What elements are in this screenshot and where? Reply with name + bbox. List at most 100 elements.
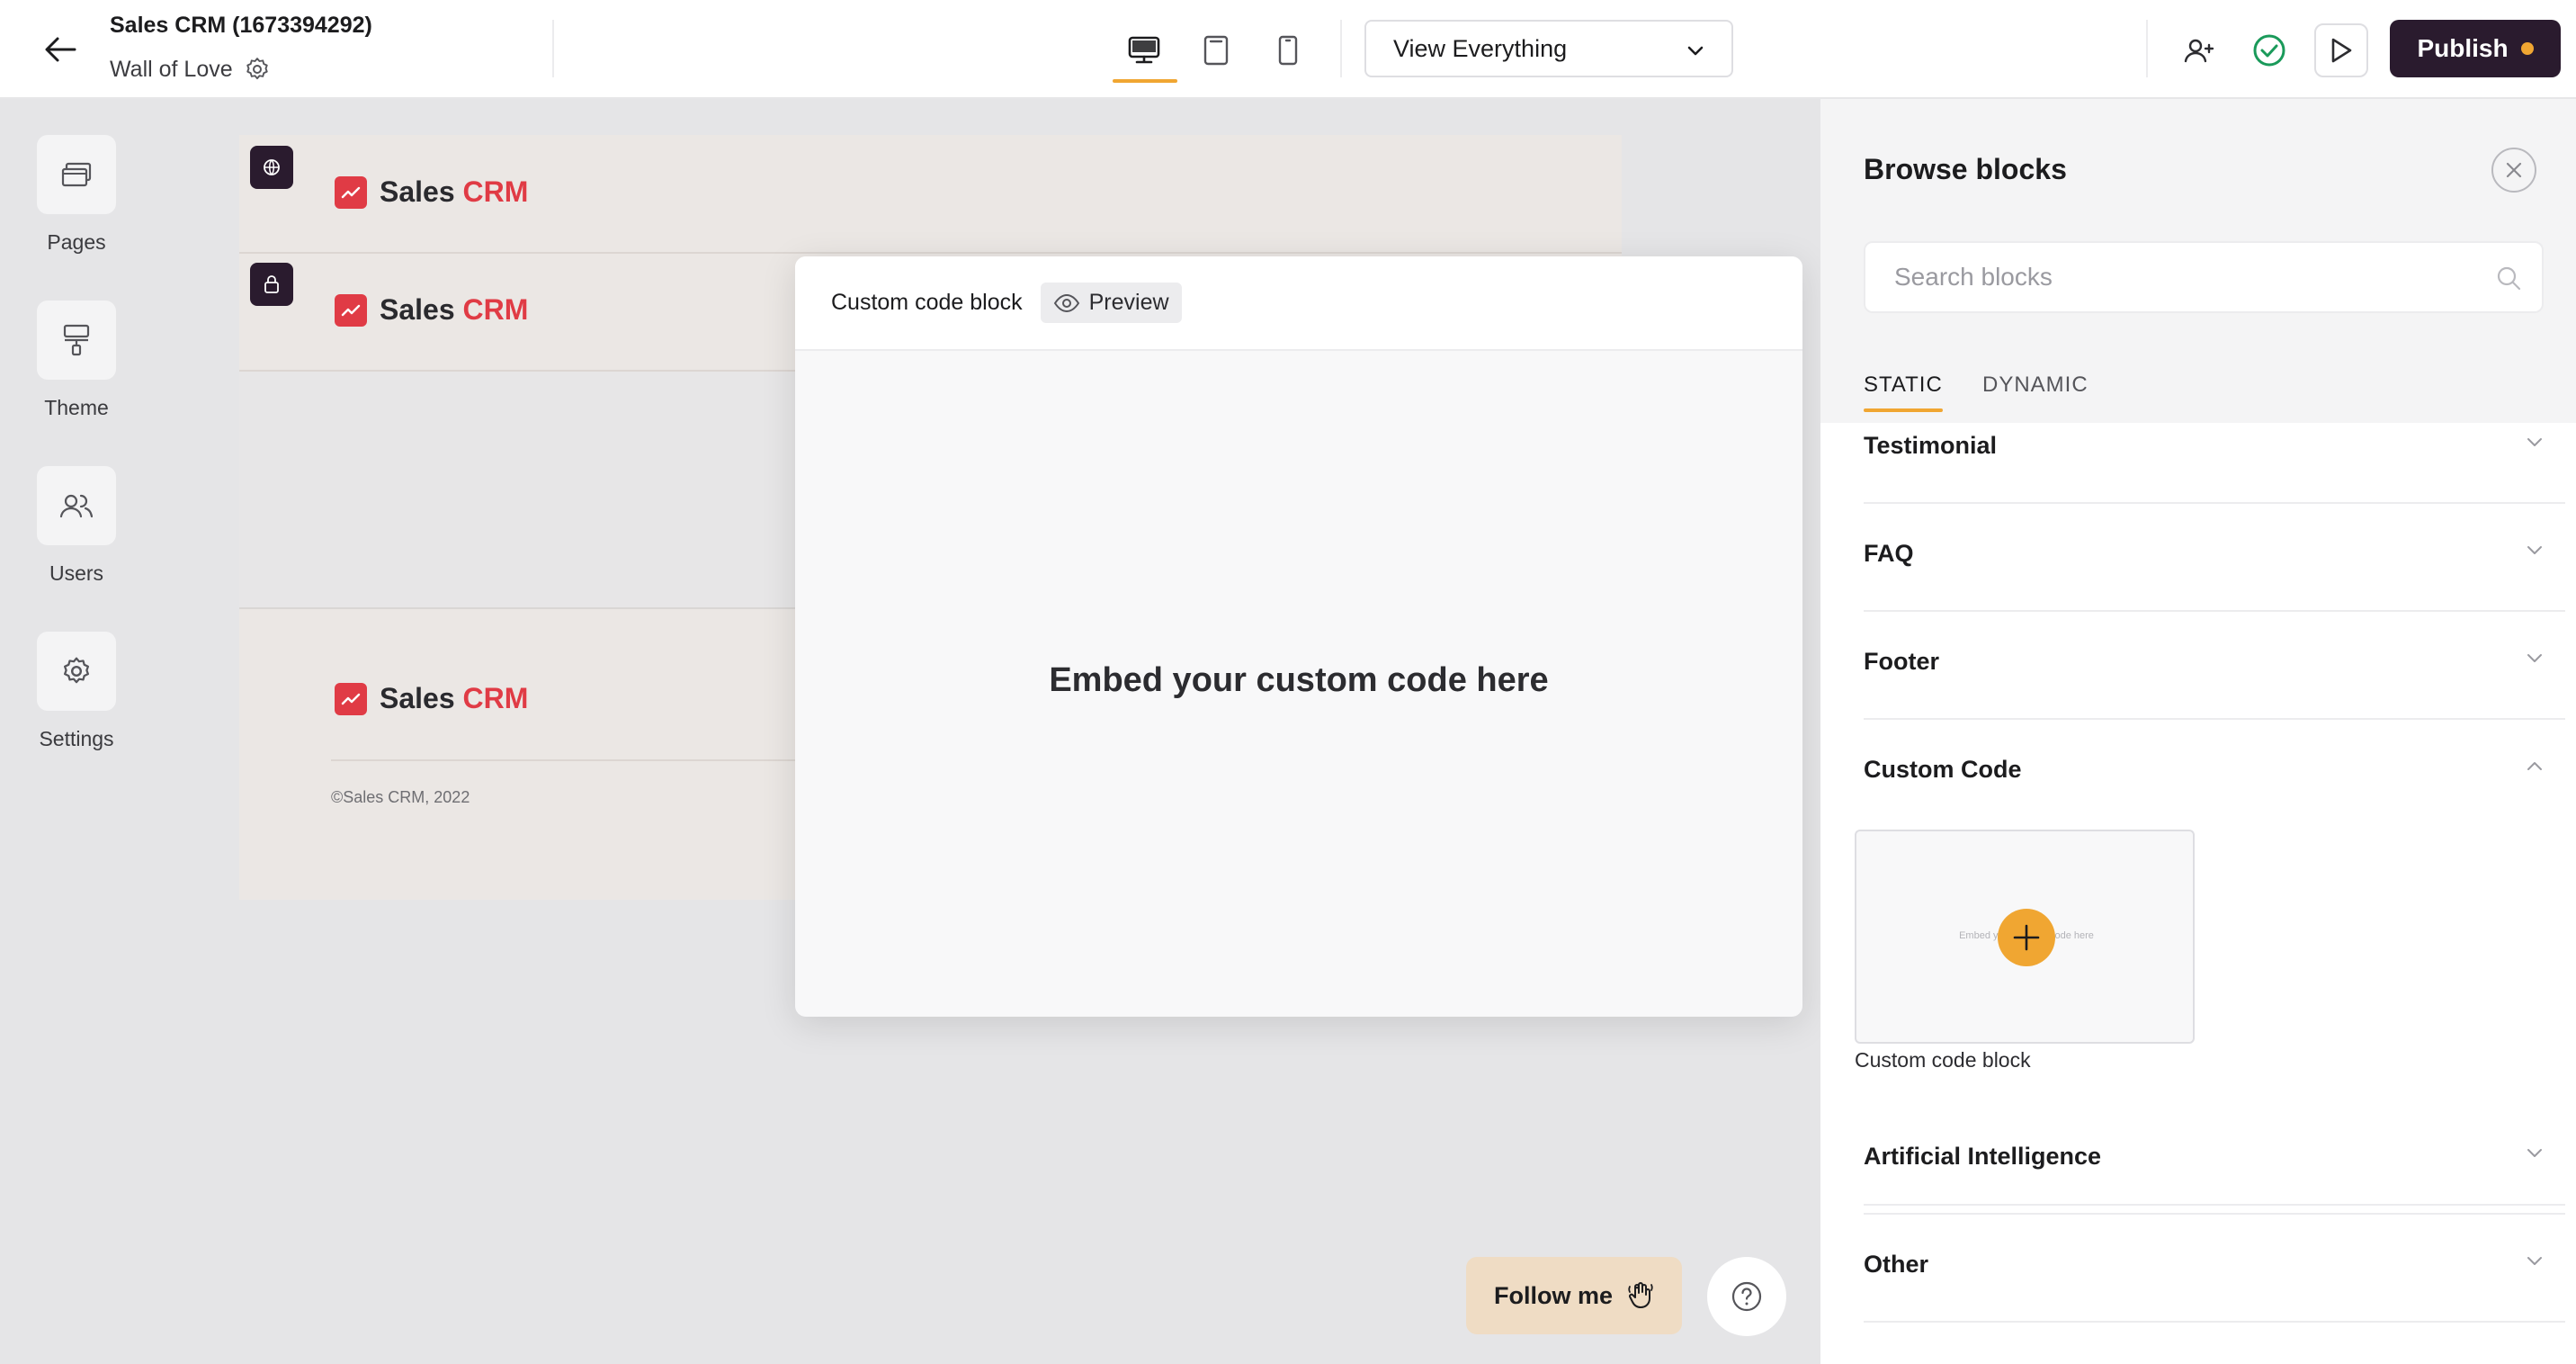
section-artificial-intelligence[interactable]: Artificial Intelligence [1864,1107,2565,1215]
tablet-icon [1203,35,1229,66]
chevron-up-icon [2527,762,2542,770]
site-logo: Sales CRM [335,293,528,327]
follow-me-button[interactable]: Follow me [1466,1257,1682,1334]
section-label: Testimonial [1864,432,1998,459]
public-badge [250,146,293,189]
section-footer[interactable]: Footer [1864,612,2565,720]
globe-icon [264,159,280,175]
section-label: Artificial Intelligence [1864,1143,2102,1170]
custom-code-block-card[interactable]: Embed your custom code here [1855,830,2195,1044]
modal-title: Custom code block [831,290,1023,315]
theme-button[interactable] [37,301,116,380]
gear-icon [63,657,90,684]
top-bar: Sales CRM (1673394292) Wall of Love View… [0,0,2576,99]
question-circle-icon [1731,1281,1762,1312]
invite-user-button[interactable] [2172,23,2226,77]
eye-icon [1053,293,1079,312]
project-title: Sales CRM (1673394292) [110,13,372,38]
embed-placeholder-text: Embed your custom code here [1049,661,1549,699]
preview-toggle[interactable]: Preview [1040,283,1182,323]
custom-code-block-preview[interactable]: Custom code block Preview Embed your cus… [795,256,1802,1017]
preview-label: Preview [1088,290,1169,315]
trend-icon [335,175,367,209]
chevron-down-icon [1687,46,1704,56]
search-blocks-input[interactable]: Search blocks [1864,241,2544,313]
sidebar-item-label: Theme [44,396,109,419]
arrow-left-icon [45,37,76,62]
modal-header: Custom code block Preview [795,256,1802,351]
plus-icon [2013,924,2040,951]
section-faq[interactable]: FAQ [1864,504,2565,612]
desktop-icon [1128,36,1160,64]
section-label: Other [1864,1251,1929,1278]
brand-first: Sales [380,175,455,208]
tablet-view-button[interactable] [1185,25,1248,76]
brand-first: Sales [380,293,455,326]
sidebar-item-label: Users [49,561,104,585]
publish-label: Publish [2417,34,2509,62]
users-button[interactable] [37,466,116,545]
saved-status-indicator [2242,23,2296,77]
mobile-icon [1278,35,1298,66]
add-block-button[interactable] [1998,909,2055,966]
check-circle-icon [2253,34,2285,67]
chevron-down-icon [2527,438,2542,446]
trend-icon [335,682,367,715]
brand-second: CRM [462,293,529,326]
pages-button[interactable] [37,135,116,214]
unpublished-dot [2520,42,2534,55]
header-block-public[interactable]: Sales CRM [239,135,1622,254]
close-panel-button[interactable] [2491,148,2536,193]
brand-first: Sales [380,682,455,714]
sidebar-item-theme[interactable]: Theme [0,301,153,420]
play-icon [2331,38,2352,63]
section-label: Footer [1864,648,1939,675]
card-caption: Custom code block [1855,1048,2031,1072]
search-placeholder: Search blocks [1894,263,2053,291]
panel-title: Browse blocks [1864,153,2067,185]
site-logo: Sales CRM [335,175,528,209]
tab-dynamic[interactable]: DYNAMIC [1982,372,2089,398]
chevron-down-icon [2527,1149,2542,1157]
help-button[interactable] [1707,1257,1786,1336]
chevron-down-icon [2527,654,2542,662]
page-name: Wall of Love [110,56,233,82]
sidebar-item-label: Pages [47,230,106,254]
section-label: Custom Code [1864,756,2022,783]
view-mode-select[interactable]: View Everything [1364,20,1733,77]
footer-logo: Sales CRM [335,682,528,715]
desktop-view-button[interactable] [1113,25,1177,83]
section-other[interactable]: Other [1864,1215,2565,1323]
divider [1340,20,1342,77]
trend-icon [335,293,367,327]
sidebar-item-users[interactable]: Users [0,466,153,586]
back-button[interactable] [38,27,83,72]
left-sidebar: Pages Theme Users Settings [0,99,153,1364]
waving-hand-icon [1628,1282,1653,1308]
sidebar-item-settings[interactable]: Settings [0,632,153,751]
close-icon [2506,162,2522,178]
add-user-icon [2184,39,2214,63]
footer-copyright: ©Sales CRM, 2022 [331,788,470,806]
gear-icon[interactable] [244,56,271,83]
panel-header: Browse blocks Search blocks STATIC DYNAM… [1820,99,2576,423]
publish-button[interactable]: Publish [2390,20,2561,77]
brand-second: CRM [462,682,529,714]
settings-button[interactable] [37,632,116,711]
pages-icon [61,162,92,187]
preview-play-button[interactable] [2314,23,2368,77]
follow-label: Follow me [1493,1281,1613,1309]
sidebar-item-label: Settings [39,727,114,750]
mobile-view-button[interactable] [1257,25,1319,76]
users-icon [59,494,94,518]
search-icon [2497,266,2521,291]
view-mode-value: View Everything [1393,34,1568,62]
tab-static[interactable]: STATIC [1864,372,1943,412]
chevron-down-icon [2527,1257,2542,1265]
paint-roller-icon [63,324,90,356]
divider [552,20,554,77]
section-testimonial[interactable]: Testimonial [1864,396,2565,504]
page-selector[interactable]: Wall of Love [110,56,271,83]
private-badge [250,263,293,306]
sidebar-item-pages[interactable]: Pages [0,135,153,255]
